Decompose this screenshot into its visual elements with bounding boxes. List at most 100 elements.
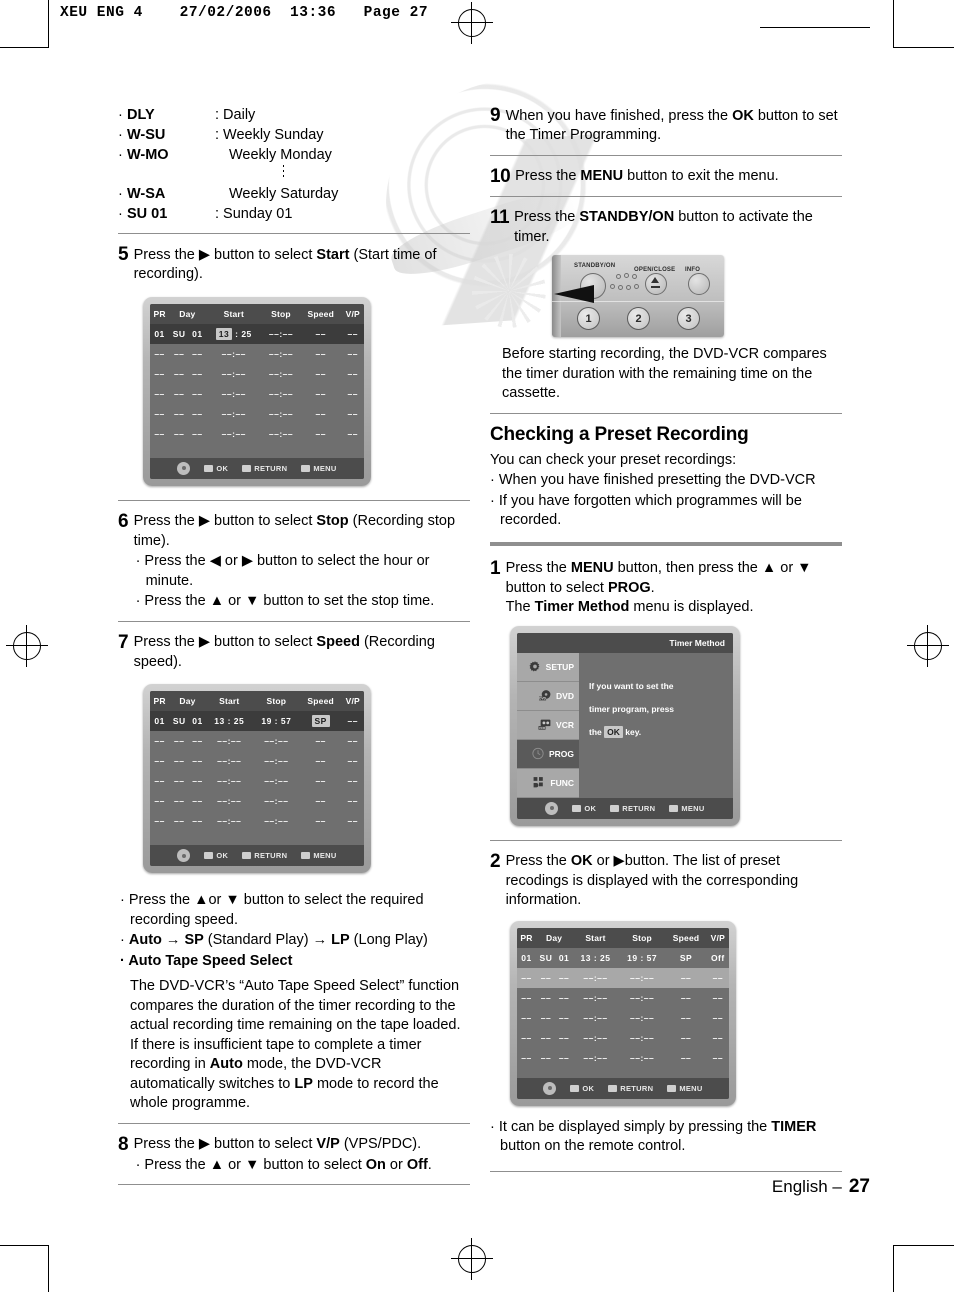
ok-hint[interactable]: OK [204, 851, 228, 860]
cell-start: ––:–– [583, 1012, 608, 1023]
step-7: 7 Press the ▶ button to select Speed (Re… [118, 632, 470, 673]
selected-field[interactable]: SP [311, 715, 330, 727]
step-text-part: button to select [210, 634, 317, 650]
ok-hint[interactable]: OK [570, 1084, 594, 1093]
menu-hint[interactable]: MENU [301, 851, 336, 860]
table-row[interactable]: –– –– –– ––:–– ––:–– –– –– [150, 404, 364, 424]
table-row[interactable]: –– –– –– ––:–– ––:–– –– –– [150, 791, 364, 811]
table-row[interactable]: –– –– –– ––:–– ––:–– –– –– [517, 967, 729, 988]
timer-keyword: TIMER [771, 1118, 817, 1135]
definition-term: SU 01 [127, 206, 168, 222]
table-row[interactable]: –– –– –– ––:–– ––:–– –– –– [517, 1008, 729, 1028]
menu-item-func[interactable]: FUNC [517, 768, 579, 798]
cell-vp: –– [712, 1012, 724, 1023]
cell-vp: –– [347, 388, 358, 399]
table-row[interactable]: –– –– –– ––:–– ––:–– –– –– [517, 988, 729, 1008]
ok-hint-label: OK [582, 1083, 595, 1093]
registration-mark-left [6, 625, 48, 667]
cell-vp: –– [347, 428, 358, 439]
col-start: Start [205, 303, 262, 324]
step-text: Press the ▶ button to select Start (Star… [134, 244, 470, 285]
step-text: Press the MENU button, then press the ▲ … [506, 558, 842, 618]
table-row[interactable]: –– –– –– ––:–– ––:–– –– –– [150, 364, 364, 384]
menu-item-vcr[interactable]: VCR VCR [517, 710, 579, 740]
menu-item-prog[interactable]: PROG [517, 739, 579, 769]
cell-stop: 19 : 57 [252, 711, 300, 731]
info-button[interactable] [688, 273, 710, 295]
osd-timer-method-screen: Timer Method SETUP DVD DVD VCR VCR PROG … [510, 625, 740, 826]
menu-hint[interactable]: MENU [669, 804, 704, 813]
return-hint[interactable]: RETURN [242, 464, 287, 473]
cell-daynum: –– [558, 1052, 570, 1063]
cell-day: –– [173, 428, 185, 439]
osd-body: SETUP DVD DVD VCR VCR PROG FUNC If you w… [517, 652, 733, 798]
channel-3-button[interactable]: 3 [677, 307, 700, 330]
table-row[interactable]: –– –– –– ––:–– ––:–– –– –– [150, 811, 364, 831]
table-row[interactable]: –– –– –– ––:–– ––:–– –– –– [150, 384, 364, 404]
table-row[interactable]: –– –– –– ––:–– ––:–– –– –– [517, 1048, 729, 1068]
return-hint[interactable]: RETURN [608, 1084, 653, 1093]
cell-stop: ––:–– [262, 323, 300, 344]
sub-text-part: . [427, 1156, 432, 1173]
return-hint-label: RETURN [620, 1083, 654, 1093]
cell-speed: –– [315, 736, 326, 746]
table-row[interactable]: –– –– –– ––:–– ––:–– –– –– [150, 344, 364, 364]
cell-vp: –– [347, 368, 358, 379]
menu-hint[interactable]: MENU [667, 1084, 702, 1093]
menu-item-label: SETUP [545, 661, 574, 672]
return-key-icon [242, 464, 252, 472]
dpad-hint[interactable] [177, 849, 191, 862]
table-row[interactable]: –– –– –– ––:–– ––:–– –– –– [517, 1028, 729, 1048]
auto-tape-speed-paragraph: The DVD-VCR’s “Auto Tape Speed Select” f… [118, 977, 470, 1114]
cell-stop: ––:–– [264, 776, 289, 786]
cell-day: SU [169, 323, 190, 344]
step-keyword: Stop [316, 513, 349, 529]
cell-speed[interactable]: SP [299, 711, 342, 731]
svg-text:VCR: VCR [539, 726, 546, 730]
cell-start[interactable]: 13 : 25 [205, 323, 262, 344]
channel-2-button[interactable]: 2 [627, 307, 650, 330]
ok-hint-label: OK [216, 851, 229, 860]
menu-hint[interactable]: MENU [301, 464, 336, 473]
step-text: Press the ▶ button to select V/P (VPS/PD… [134, 1134, 470, 1176]
return-key-icon [608, 1084, 618, 1092]
ok-hint[interactable]: OK [572, 804, 596, 813]
cell-day: –– [174, 796, 185, 806]
cell-daynum: –– [192, 756, 203, 766]
table-row[interactable]: –– –– –– ––:–– ––:–– –– –– [150, 751, 364, 771]
dpad-hint[interactable] [177, 461, 191, 475]
step-text-part: The [505, 599, 535, 615]
ok-chip[interactable]: OK [604, 725, 623, 738]
step-text-part: Press the [133, 513, 199, 529]
language-label: English – [771, 1177, 842, 1196]
table-row[interactable]: 01 SU 01 13 : 25 19 : 57 SP Off [517, 948, 729, 968]
osd-screen-inner: PR Day Start Stop Speed V/P 01 SU 01 13 … [150, 691, 364, 866]
step-text-part: button to select [210, 1136, 317, 1152]
col-stop: Stop [262, 303, 300, 324]
cell-vp: Off [710, 952, 725, 963]
page-footer: English – 27 [772, 1176, 870, 1198]
cell-daynum: –– [192, 736, 203, 746]
menu-item-setup[interactable]: SETUP [517, 652, 579, 682]
table-row[interactable]: 01 SU 01 13 : 25 19 : 57 SP –– [150, 711, 364, 731]
table-row[interactable]: –– –– –– ––:–– ––:–– –– –– [150, 771, 364, 791]
table-row[interactable]: 01 SU 01 13 : 25 ––:–– –– –– [150, 323, 364, 344]
selected-field[interactable]: 13 [215, 327, 233, 340]
cell-speed: –– [315, 756, 326, 766]
table-row[interactable]: –– –– –– ––:–– ––:–– –– –– [150, 731, 364, 751]
ok-hint[interactable]: OK [204, 464, 228, 473]
blocks-icon [533, 777, 544, 788]
menu-item-dvd[interactable]: DVD DVD [517, 681, 579, 711]
dpad-hint[interactable] [543, 1081, 557, 1095]
return-hint[interactable]: RETURN [610, 804, 655, 813]
definition-desc: Weekly Monday [229, 147, 332, 163]
dpad-hint[interactable] [545, 801, 559, 815]
cell-start: ––:–– [583, 1032, 608, 1043]
return-hint[interactable]: RETURN [242, 851, 287, 860]
cell-start: ––:–– [221, 408, 246, 419]
col-stop: Stop [618, 927, 666, 948]
step-text-part: Press the [133, 1136, 199, 1152]
channel-1-button[interactable]: 1 [577, 307, 600, 330]
cell-pr: 01 [521, 952, 532, 963]
table-row[interactable]: –– –– –– ––:–– ––:–– –– –– [150, 424, 364, 444]
